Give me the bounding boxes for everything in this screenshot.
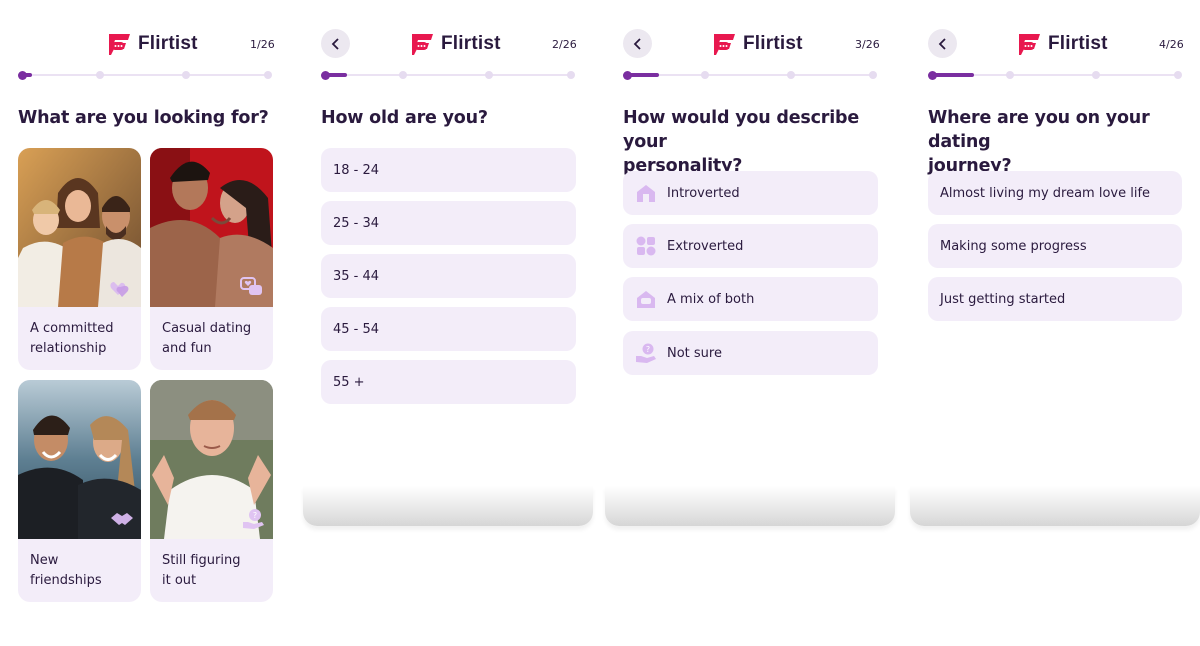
bottom-fade: [910, 486, 1200, 526]
screen-step-2: Flirtist 2/26 How old are you? 18 - 24 2…: [303, 0, 593, 646]
brand-logo: Flirtist: [1016, 30, 1108, 58]
question-hand-icon: ?: [243, 509, 264, 529]
handshake-icon: [111, 513, 133, 525]
option-card-friendships[interactable]: New friendships: [18, 380, 141, 602]
chevron-left-icon: [633, 37, 641, 50]
option-card-committed[interactable]: A committed relationship: [18, 148, 141, 370]
question-hand-icon: ?: [636, 343, 656, 363]
screen-step-4: Flirtist 4/26 Where are you on your dati…: [910, 0, 1200, 646]
brand-name: Flirtist: [1048, 33, 1108, 54]
back-button[interactable]: [623, 29, 652, 58]
option-card-casual[interactable]: Casual dating and fun: [150, 148, 273, 370]
chevron-left-icon: [331, 37, 339, 50]
option-mix-of-both[interactable]: A mix of both: [623, 277, 878, 321]
svg-text:?: ?: [253, 511, 257, 520]
progress-bar: [623, 70, 879, 80]
house-icon: [637, 185, 655, 202]
flirtist-logo-icon: [714, 34, 735, 55]
card-label: Still figuring it out: [162, 553, 241, 588]
card-label: New friendships: [30, 553, 102, 588]
progress-bar: [18, 70, 274, 80]
back-button[interactable]: [928, 29, 957, 58]
option-not-sure[interactable]: ? Not sure: [623, 331, 878, 375]
option-just-started[interactable]: Just getting started: [928, 277, 1182, 321]
option-extroverted[interactable]: Extroverted: [623, 224, 878, 268]
svg-text:?: ?: [646, 345, 650, 354]
flirtist-logo-icon: [109, 34, 130, 55]
brand-logo: Flirtist: [711, 30, 803, 58]
brand-name: Flirtist: [441, 33, 501, 54]
option-age-18-24[interactable]: 18 - 24: [321, 148, 576, 192]
step-counter: 3/26: [855, 38, 880, 51]
step-counter: 1/26: [250, 38, 275, 51]
brand-logo: Flirtist: [106, 30, 198, 58]
chat-heart-icon: [240, 277, 262, 295]
option-age-35-44[interactable]: 35 - 44: [321, 254, 576, 298]
back-button[interactable]: [321, 29, 350, 58]
brand-name: Flirtist: [138, 33, 198, 54]
chevron-left-icon: [938, 37, 946, 50]
shapes-icon: [636, 236, 656, 256]
hearts-icon: [110, 282, 129, 297]
progress-bar: [321, 70, 577, 80]
flirtist-logo-icon: [1019, 34, 1040, 55]
brand-name: Flirtist: [743, 33, 803, 54]
step-counter: 2/26: [552, 38, 577, 51]
option-age-25-34[interactable]: 25 - 34: [321, 201, 576, 245]
screen-step-1: Flirtist 1/26 What are you looking for?: [0, 0, 290, 646]
bottom-fade: [605, 486, 895, 526]
card-label: A committed relationship: [30, 321, 114, 356]
house-chat-icon: [637, 291, 655, 308]
option-age-55-plus[interactable]: 55 +: [321, 360, 576, 404]
question-title: What are you looking for?: [18, 108, 269, 128]
bottom-fade: [303, 486, 593, 526]
option-introverted[interactable]: Introverted: [623, 171, 878, 215]
option-some-progress[interactable]: Making some progress: [928, 224, 1182, 268]
option-age-45-54[interactable]: 45 - 54: [321, 307, 576, 351]
card-label: Casual dating and fun: [162, 321, 252, 356]
progress-bar: [928, 70, 1184, 80]
option-almost-dream[interactable]: Almost living my dream love life: [928, 171, 1182, 215]
flirtist-logo-icon: [412, 34, 433, 55]
question-title: Where are you on your dating journey?: [928, 108, 1150, 176]
option-card-figuring-out[interactable]: ? Still figuring it out: [150, 380, 273, 602]
brand-logo: Flirtist: [409, 30, 501, 58]
screen-step-3: Flirtist 3/26 How would you describe you…: [605, 0, 895, 646]
question-title: How old are you?: [321, 108, 488, 128]
step-counter: 4/26: [1159, 38, 1184, 51]
question-title: How would you describe your personality?: [623, 108, 859, 176]
